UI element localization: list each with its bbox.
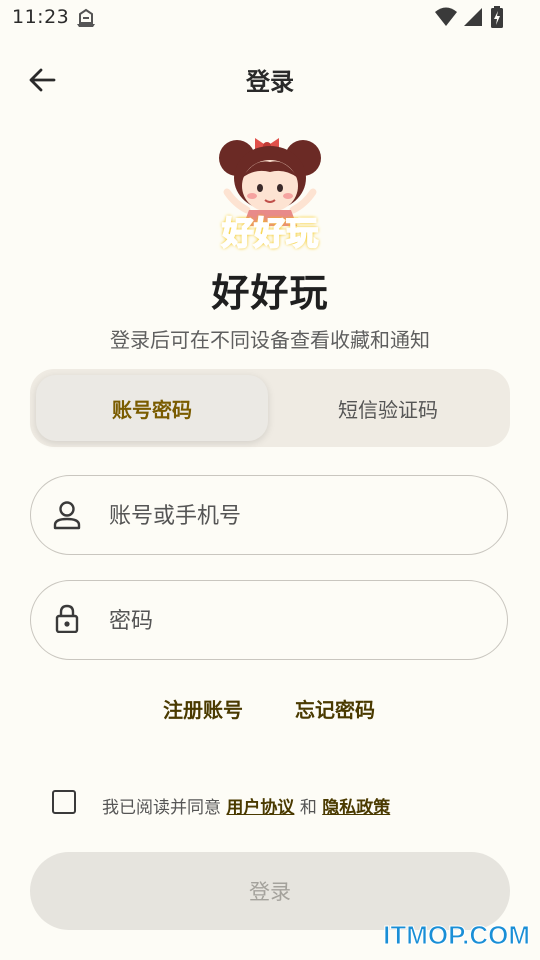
lock-icon [55,604,79,633]
battery-icon [491,6,503,28]
watermark: ITMOP.COM [383,920,531,951]
password-input[interactable] [107,599,491,643]
logo-char-1: 好 [221,213,255,253]
account-input[interactable] [107,494,491,538]
subtitle: 登录后可在不同设备查看收藏和通知 [110,328,430,352]
cell-signal-icon [464,8,482,26]
wifi-icon [435,7,457,26]
logo-wordmark: 好 好 玩 [208,212,332,254]
forgot-password-link[interactable]: 忘记密码 [295,694,375,723]
agreement-and: 和 [299,798,317,818]
logo-char-3: 玩 [285,213,319,253]
login-screen: 11:23 登录 好 好 玩 好好玩 登录后可在不同设备查看收藏和通知 账号密码… [0,0,540,960]
register-link[interactable]: 注册账号 [163,694,243,723]
password-field[interactable] [30,580,508,660]
privacy-policy-link[interactable]: 隐私政策 [322,798,390,818]
page-title: 登录 [246,68,294,96]
agreement-prefix: 我已阅读并同意 [102,798,221,818]
status-time: 11:23 [12,6,70,28]
status-bar: 11:23 [0,0,540,36]
logo-char-2: 好 [253,213,287,253]
account-links: 注册账号 忘记密码 [0,694,540,726]
agreement-checkbox[interactable] [52,790,76,814]
agreement-text: 我已阅读并同意 用户协议 和 隐私政策 [102,793,390,818]
account-field[interactable] [30,475,508,555]
tab-password-login[interactable]: 账号密码 [36,375,268,441]
person-icon [53,501,81,530]
login-method-tabs: 账号密码 短信验证码 [30,369,510,447]
tab-sms-login[interactable]: 短信验证码 [272,375,504,441]
notification-app-icon [74,6,98,32]
login-button[interactable]: 登录 [30,852,510,930]
app-name: 好好玩 [211,271,329,315]
user-agreement-link[interactable]: 用户协议 [226,798,294,818]
